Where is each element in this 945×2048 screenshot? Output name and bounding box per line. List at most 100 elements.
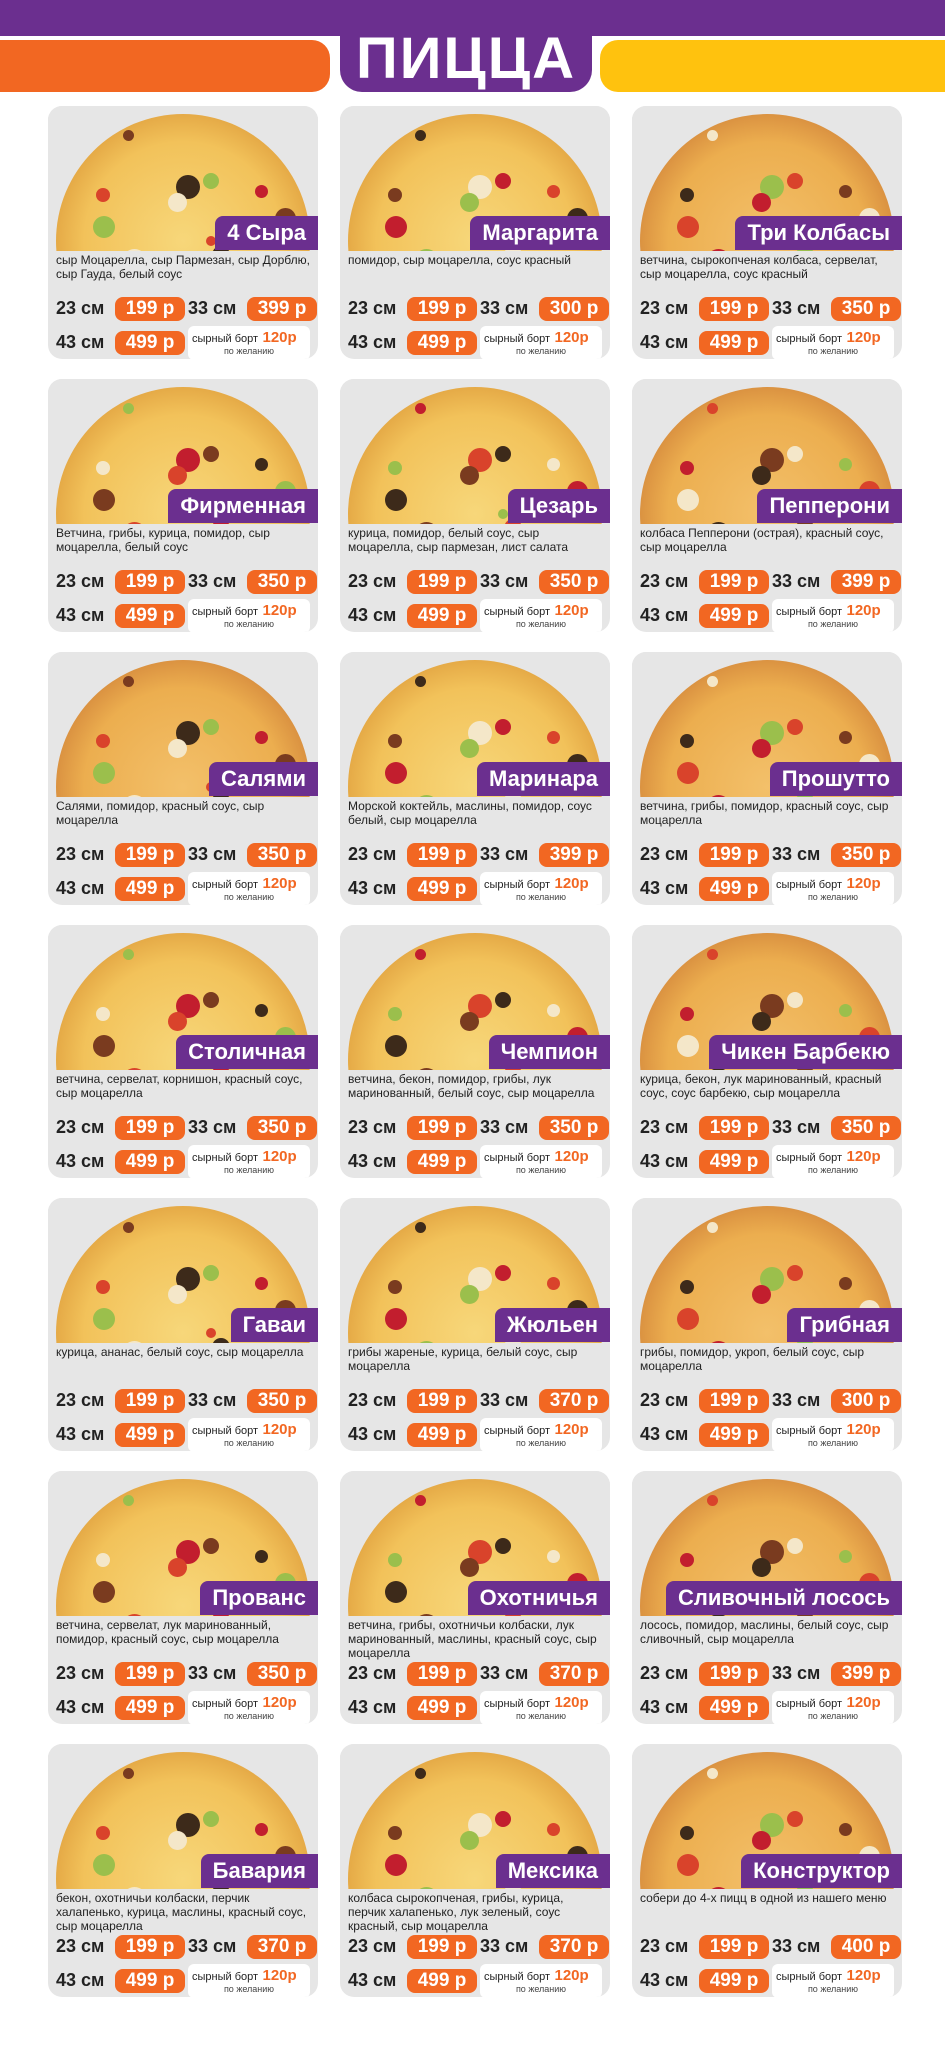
price-23[interactable]: 199 р xyxy=(699,1116,770,1140)
price-23[interactable]: 199 р xyxy=(699,1389,770,1413)
price-33[interactable]: 350 р xyxy=(831,1116,902,1140)
pizza-card-4[interactable]: Фирменная Ветчина, грибы, курица, помидо… xyxy=(48,379,318,632)
price-23[interactable]: 199 р xyxy=(115,1662,186,1686)
price-33[interactable]: 350 р xyxy=(539,570,610,594)
pizza-card-5[interactable]: Цезарь курица, помидор, белый соус, сыр … xyxy=(340,379,610,632)
price-23[interactable]: 199 р xyxy=(699,570,770,594)
cheese-crust-option[interactable]: сырный борт 120р по желанию xyxy=(772,872,894,905)
price-23[interactable]: 199 р xyxy=(699,1662,770,1686)
price-43[interactable]: 499 р xyxy=(699,1150,770,1174)
cheese-crust-option[interactable]: сырный борт 120р по желанию xyxy=(188,599,310,632)
cheese-crust-option[interactable]: сырный борт 120р по желанию xyxy=(188,1691,310,1724)
price-33[interactable]: 399 р xyxy=(247,297,318,321)
pizza-card-6[interactable]: Пепперони колбаса Пепперони (острая), кр… xyxy=(632,379,902,632)
price-33[interactable]: 399 р xyxy=(539,843,610,867)
price-43[interactable]: 499 р xyxy=(407,1969,478,1993)
price-23[interactable]: 199 р xyxy=(407,1389,478,1413)
price-33[interactable]: 399 р xyxy=(831,570,902,594)
price-43[interactable]: 499 р xyxy=(115,1150,186,1174)
cheese-crust-option[interactable]: сырный борт 120р по желанию xyxy=(188,872,310,905)
cheese-crust-option[interactable]: сырный борт 120р по желанию xyxy=(188,326,310,359)
pizza-card-2[interactable]: Маргарита помидор, сыр моцарелла, соус к… xyxy=(340,106,610,359)
cheese-crust-option[interactable]: сырный борт 120р по желанию xyxy=(480,599,602,632)
price-43[interactable]: 499 р xyxy=(407,877,478,901)
price-23[interactable]: 199 р xyxy=(407,1116,478,1140)
price-43[interactable]: 499 р xyxy=(115,877,186,901)
pizza-card-13[interactable]: Гаваи курица, ананас, белый соус, сыр мо… xyxy=(48,1198,318,1451)
price-43[interactable]: 499 р xyxy=(407,1150,478,1174)
price-43[interactable]: 499 р xyxy=(407,604,478,628)
price-33[interactable]: 400 р xyxy=(831,1935,902,1959)
price-33[interactable]: 350 р xyxy=(539,1116,610,1140)
price-43[interactable]: 499 р xyxy=(407,1423,478,1447)
price-23[interactable]: 199 р xyxy=(699,1935,770,1959)
price-23[interactable]: 199 р xyxy=(115,1389,186,1413)
pizza-card-17[interactable]: Охотничья ветчина, грибы, охотничьи колб… xyxy=(340,1471,610,1724)
price-43[interactable]: 499 р xyxy=(699,1696,770,1720)
price-33[interactable]: 350 р xyxy=(247,1662,318,1686)
price-23[interactable]: 199 р xyxy=(407,570,478,594)
price-33[interactable]: 350 р xyxy=(247,1116,318,1140)
price-43[interactable]: 499 р xyxy=(699,1969,770,1993)
pizza-card-12[interactable]: Чикен Барбекю курица, бекон, лук маринов… xyxy=(632,925,902,1178)
price-23[interactable]: 199 р xyxy=(407,297,478,321)
pizza-card-7[interactable]: Салями Салями, помидор, красный соус, сы… xyxy=(48,652,318,905)
cheese-crust-option[interactable]: сырный борт 120р по желанию xyxy=(480,1418,602,1451)
cheese-crust-option[interactable]: сырный борт 120р по желанию xyxy=(772,1418,894,1451)
price-23[interactable]: 199 р xyxy=(115,297,186,321)
cheese-crust-option[interactable]: сырный борт 120р по желанию xyxy=(772,1691,894,1724)
price-43[interactable]: 499 р xyxy=(699,604,770,628)
cheese-crust-option[interactable]: сырный борт 120р по желанию xyxy=(480,872,602,905)
pizza-card-19[interactable]: Бавария бекон, охотничьи колбаски, перчи… xyxy=(48,1744,318,1997)
price-43[interactable]: 499 р xyxy=(115,1696,186,1720)
pizza-card-14[interactable]: Жюльен грибы жареные, курица, белый соус… xyxy=(340,1198,610,1451)
cheese-crust-option[interactable]: сырный борт 120р по желанию xyxy=(480,1145,602,1178)
cheese-crust-option[interactable]: сырный борт 120р по желанию xyxy=(480,1691,602,1724)
cheese-crust-option[interactable]: сырный борт 120р по желанию xyxy=(188,1964,310,1997)
price-33[interactable]: 370 р xyxy=(539,1389,610,1413)
pizza-card-10[interactable]: Столичная ветчина, сервелат, корнишон, к… xyxy=(48,925,318,1178)
cheese-crust-option[interactable]: сырный борт 120р по желанию xyxy=(188,1145,310,1178)
price-23[interactable]: 199 р xyxy=(407,843,478,867)
cheese-crust-option[interactable]: сырный борт 120р по желанию xyxy=(772,326,894,359)
price-33[interactable]: 300 р xyxy=(539,297,610,321)
price-23[interactable]: 199 р xyxy=(407,1662,478,1686)
price-33[interactable]: 370 р xyxy=(539,1662,610,1686)
pizza-card-15[interactable]: Грибная грибы, помидор, укроп, белый соу… xyxy=(632,1198,902,1451)
pizza-card-16[interactable]: Прованс ветчина, сервелат, лук маринован… xyxy=(48,1471,318,1724)
price-23[interactable]: 199 р xyxy=(699,843,770,867)
price-33[interactable]: 370 р xyxy=(247,1935,318,1959)
price-43[interactable]: 499 р xyxy=(699,1423,770,1447)
price-23[interactable]: 199 р xyxy=(115,1935,186,1959)
price-33[interactable]: 350 р xyxy=(247,843,318,867)
cheese-crust-option[interactable]: сырный борт 120р по желанию xyxy=(772,599,894,632)
price-33[interactable]: 350 р xyxy=(831,843,902,867)
price-33[interactable]: 350 р xyxy=(831,297,902,321)
cheese-crust-option[interactable]: сырный борт 120р по желанию xyxy=(772,1145,894,1178)
price-33[interactable]: 300 р xyxy=(831,1389,902,1413)
pizza-card-3[interactable]: Три Колбасы ветчина, сырокопченая колбас… xyxy=(632,106,902,359)
price-33[interactable]: 399 р xyxy=(831,1662,902,1686)
price-23[interactable]: 199 р xyxy=(115,1116,186,1140)
pizza-card-20[interactable]: Мексика колбаса сырокопченая, грибы, кур… xyxy=(340,1744,610,1997)
price-23[interactable]: 199 р xyxy=(115,570,186,594)
price-33[interactable]: 350 р xyxy=(247,1389,318,1413)
pizza-card-18[interactable]: Сливочный лосось лосось, помидор, маслин… xyxy=(632,1471,902,1724)
pizza-card-8[interactable]: Маринара Морской коктейль, маслины, поми… xyxy=(340,652,610,905)
price-43[interactable]: 499 р xyxy=(699,877,770,901)
price-23[interactable]: 199 р xyxy=(407,1935,478,1959)
price-43[interactable]: 499 р xyxy=(115,1969,186,1993)
pizza-card-21[interactable]: Конструктор собери до 4-х пицц в одной и… xyxy=(632,1744,902,1997)
price-43[interactable]: 499 р xyxy=(115,604,186,628)
price-33[interactable]: 350 р xyxy=(247,570,318,594)
price-43[interactable]: 499 р xyxy=(407,331,478,355)
cheese-crust-option[interactable]: сырный борт 120р по желанию xyxy=(188,1418,310,1451)
price-23[interactable]: 199 р xyxy=(115,843,186,867)
cheese-crust-option[interactable]: сырный борт 120р по желанию xyxy=(772,1964,894,1997)
price-43[interactable]: 499 р xyxy=(407,1696,478,1720)
cheese-crust-option[interactable]: сырный борт 120р по желанию xyxy=(480,326,602,359)
pizza-card-9[interactable]: Прошутто ветчина, грибы, помидор, красны… xyxy=(632,652,902,905)
pizza-card-1[interactable]: 4 Сыра сыр Моцарелла, сыр Пармезан, сыр … xyxy=(48,106,318,359)
price-33[interactable]: 370 р xyxy=(539,1935,610,1959)
price-43[interactable]: 499 р xyxy=(699,331,770,355)
